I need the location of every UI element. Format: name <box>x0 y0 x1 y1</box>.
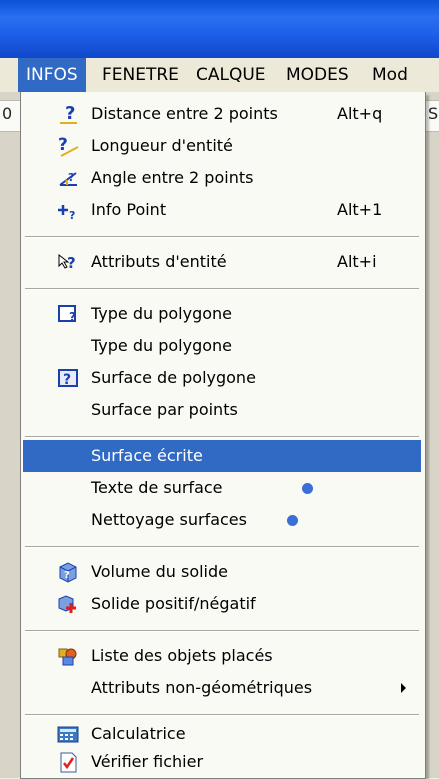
menu-item-label: Type du polygone <box>91 336 233 355</box>
menu-item-label: Texte de surface <box>91 478 223 497</box>
menu-item-label: Volume du solide <box>91 562 228 581</box>
menu-item-surface-polygone[interactable]: ? Surface de polygone <box>23 362 421 394</box>
svg-text:?: ? <box>64 570 70 581</box>
menu-item-label: Surface par points <box>91 400 238 419</box>
shortcut-label: Alt+q <box>337 104 383 123</box>
menu-item-label: Distance entre 2 points <box>91 104 278 123</box>
menu-item-type-polygone-icon[interactable]: ? Type du polygone <box>23 298 421 330</box>
menu-item-label: Nettoyage surfaces <box>91 510 247 529</box>
distance-icon: ? <box>60 103 77 124</box>
submenu-arrow-icon <box>401 683 406 693</box>
radio-dot-icon <box>287 515 298 526</box>
menu-modes[interactable]: MODES <box>278 58 357 92</box>
left-edge-text: 0 <box>2 104 13 123</box>
menu-item-attributs-non-geometriques[interactable]: Attributs non-géométriques <box>23 672 421 704</box>
menu-separator <box>25 630 419 632</box>
menu-item-type-polygone[interactable]: Type du polygone <box>23 330 421 362</box>
menu-item-angle[interactable]: ? Angle entre 2 points <box>23 162 421 194</box>
svg-text:?: ? <box>63 372 71 388</box>
menu-item-nettoyage[interactable]: Nettoyage surfaces <box>23 504 421 536</box>
svg-text:?: ? <box>65 103 75 124</box>
angle-icon: ? <box>59 171 77 186</box>
menu-mod[interactable]: Mod <box>364 58 416 92</box>
menu-item-solide[interactable]: Solide positif/négatif <box>23 588 421 620</box>
menu-item-surface-ecrite[interactable]: Surface écrite <box>23 440 421 472</box>
verify-file-icon <box>60 752 77 773</box>
svg-text:?: ? <box>67 254 76 272</box>
menu-item-label: Angle entre 2 points <box>91 168 254 187</box>
menu-infos[interactable]: INFOS <box>18 58 86 92</box>
menu-item-liste[interactable]: Liste des objets placés <box>23 640 421 672</box>
menu-item-volume[interactable]: ? Volume du solide <box>23 556 421 588</box>
menu-separator <box>25 714 419 716</box>
menu-item-label: Surface écrite <box>91 446 203 465</box>
menu-item-label: Longueur d'entité <box>91 136 233 155</box>
svg-text:?: ? <box>69 209 75 221</box>
menu-calque[interactable]: CALQUE <box>188 58 274 92</box>
solid-sign-icon <box>58 595 76 613</box>
menu-item-label: Surface de polygone <box>91 368 256 387</box>
menu-item-distance[interactable]: ? Distance entre 2 points Alt+q <box>23 98 421 130</box>
title-bar <box>0 0 439 58</box>
volume-icon: ? <box>59 562 77 583</box>
menu-item-surface-points[interactable]: Surface par points <box>23 394 421 426</box>
shortcut-label: Alt+1 <box>337 200 383 219</box>
menu-item-label: Solide positif/négatif <box>91 594 256 613</box>
svg-text:?: ? <box>68 171 74 184</box>
menu-item-attributs[interactable]: ? Attributs d'entité Alt+i <box>23 246 421 278</box>
menu-item-label: Type du polygone <box>91 304 233 323</box>
menu-fenetre[interactable]: FENETRE <box>94 58 187 92</box>
menu-separator <box>25 288 419 290</box>
shortcut-label: Alt+i <box>337 252 377 271</box>
menu-separator <box>25 546 419 548</box>
menu-separator <box>25 436 419 438</box>
menu-item-label: Attributs non-géométriques <box>91 678 313 697</box>
surface-icon: ? <box>58 369 78 388</box>
attributes-icon: ? <box>58 253 76 272</box>
svg-text:?: ? <box>69 310 76 324</box>
menu-item-texte-surface[interactable]: Texte de surface <box>23 472 421 504</box>
infos-dropdown-menu: ? Distance entre 2 points Alt+q ? Longue… <box>20 92 426 779</box>
radio-dot-icon <box>302 483 313 494</box>
menu-item-verifier[interactable]: Vérifier fichier <box>23 746 421 778</box>
right-edge-text: S <box>428 104 439 123</box>
menu-item-label: Attributs d'entité <box>91 252 227 271</box>
menu-item-label: Liste des objets placés <box>91 646 273 665</box>
menu-bar: INFOS FENETRE CALQUE MODES Mod <box>0 58 439 93</box>
menu-item-longueur[interactable]: ? Longueur d'entité <box>23 130 421 162</box>
menu-item-label: Info Point <box>91 200 167 219</box>
menu-item-info-point[interactable]: ? Info Point Alt+1 <box>23 194 421 226</box>
svg-text:?: ? <box>58 135 68 155</box>
menu-item-label: Vérifier fichier <box>91 752 204 771</box>
length-icon: ? <box>58 135 79 157</box>
menu-separator <box>25 236 419 238</box>
object-list-icon <box>58 648 77 666</box>
polygon-type-icon: ? <box>58 305 76 324</box>
calculator-icon <box>57 726 79 743</box>
info-point-icon: ? <box>58 205 75 221</box>
